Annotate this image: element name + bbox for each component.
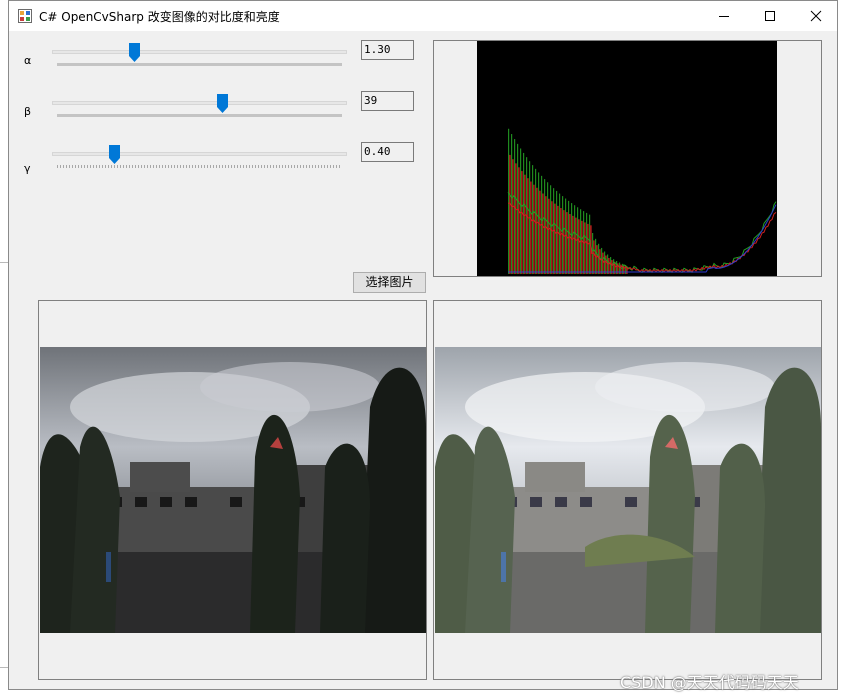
histogram-bar-red [575,217,577,274]
slider-ticks [57,63,342,66]
histogram-bar-red [551,201,553,274]
close-icon [810,10,822,22]
histogram-bars [508,128,628,274]
histogram-bar-red [560,208,562,274]
slider-groove [52,101,347,105]
histogram-bar-green [511,134,513,274]
histogram-bar-red [593,240,595,274]
alpha-label: α [24,54,32,67]
gamma-slider[interactable] [52,144,352,174]
slider-thumb[interactable] [109,145,120,164]
minimize-button[interactable] [701,1,747,31]
background-edge [0,262,8,263]
histogram-bar-red [548,198,550,274]
slider-groove [52,152,347,156]
csdn-watermark: CSDN @天天代码码天天 [620,673,799,692]
gamma-label: γ [24,162,31,175]
slider-ticks [57,165,342,168]
beta-value-field[interactable]: 39 [361,91,414,111]
minimize-icon [719,16,729,17]
histogram-bar-red [566,212,568,274]
histogram-bar-red [557,205,559,274]
histogram-bar-green [532,165,534,274]
histogram-bar-red [530,181,532,274]
window-title: C# OpenCvSharp 改变图像的对比度和亮度 [39,10,280,24]
histogram-bar-red [596,245,598,274]
adjusted-photo [435,347,821,633]
histogram-panel [433,40,822,277]
maximize-icon [765,11,775,21]
select-image-button[interactable]: 选择图片 [353,272,426,293]
histogram-bar-green [610,257,612,274]
histogram-bar-red [584,222,586,274]
histogram-bar-red [533,184,535,274]
histogram-bar-green [604,251,606,274]
slider-groove [52,50,347,54]
beta-slider[interactable] [52,93,352,123]
maximize-button[interactable] [747,1,793,31]
histogram-bar-red [599,249,601,274]
histogram-bar-red [539,190,541,274]
title-bar: C# OpenCvSharp 改变图像的对比度和亮度 [9,1,837,31]
alpha-slider[interactable] [52,42,352,72]
histogram-bar-green [508,128,510,274]
close-button[interactable] [793,1,839,31]
histogram-bar-red [578,219,580,274]
histogram-bar-red [536,187,538,274]
original-photo [40,347,426,633]
histogram-chart [477,41,777,276]
background-edge [0,667,8,668]
histogram-bar-red [512,159,514,274]
histogram-bar-green [577,207,579,274]
beta-label: β [24,105,32,118]
histogram-bar-red [515,163,517,274]
histogram-bar-red [563,210,565,274]
histogram-bar-red [605,255,607,274]
histogram-bar-red [623,265,625,274]
adjusted-image-panel [433,300,822,680]
histogram-bar-red [527,178,529,274]
histogram-bar-red [554,203,556,274]
histogram-bar-red [524,174,526,274]
original-image-panel [38,300,427,680]
app-icon [18,9,32,23]
histogram-bar-red [518,167,520,274]
alpha-value-field[interactable]: 1.30 [361,40,414,60]
histogram-bar-red [602,252,604,274]
histogram-bar-red [542,193,544,274]
main-window: C# OpenCvSharp 改变图像的对比度和亮度 α 1.30 β 39 γ… [8,0,838,690]
gamma-value-field[interactable]: 0.40 [361,142,414,162]
histogram-bar-red [581,220,583,274]
histogram-bar-red [587,223,589,274]
histogram-bar-green [520,148,522,274]
histogram-bar-red [521,171,523,274]
slider-thumb[interactable] [128,43,140,62]
histogram-bar-red [569,214,571,274]
histogram-bar-red [545,196,547,274]
slider-ticks [57,114,342,117]
histogram-bar-red [572,215,574,274]
slider-thumb[interactable] [217,94,229,113]
histogram-bar-red [509,154,511,274]
